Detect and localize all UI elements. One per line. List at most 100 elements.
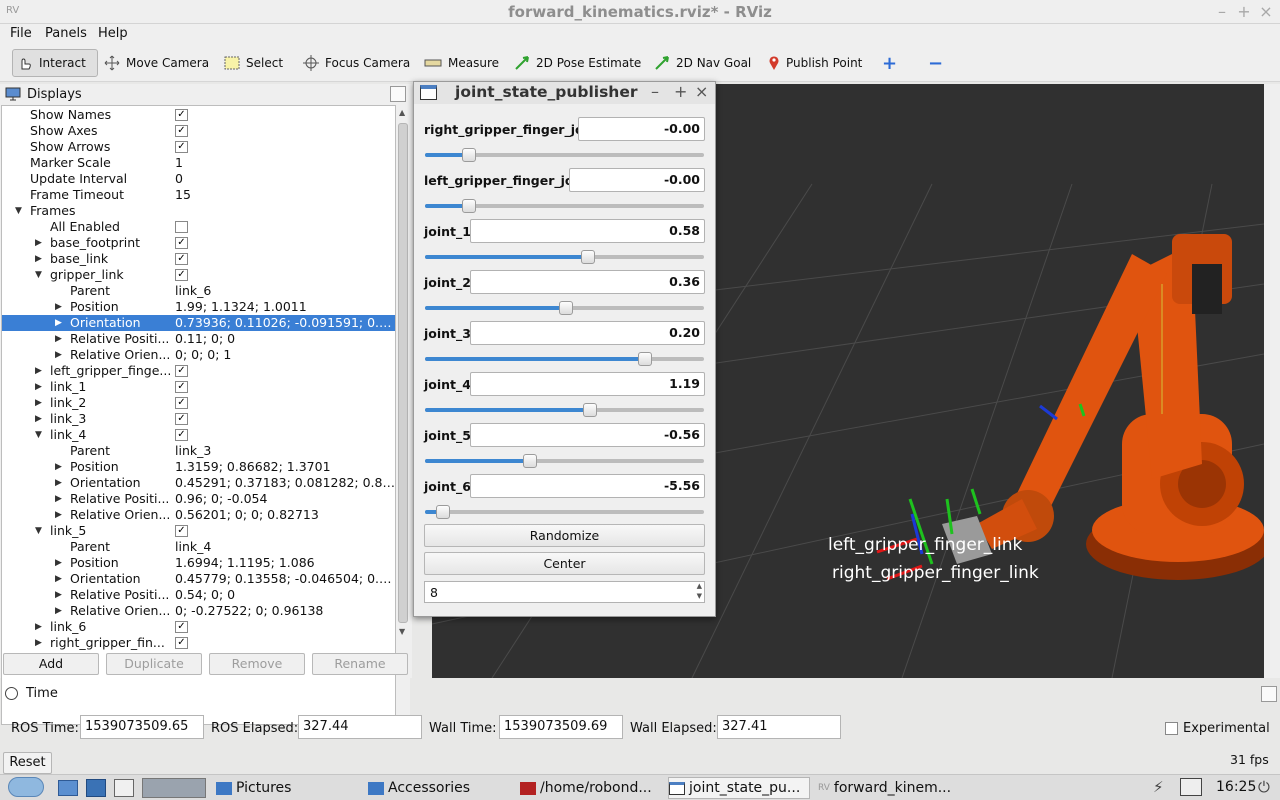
scroll-thumb[interactable] — [398, 123, 408, 623]
task-rviz[interactable]: RV forward_kinem... — [818, 777, 966, 799]
tree-row[interactable]: Marker Scale 1 — [2, 155, 395, 171]
tree-row-value[interactable]: 1.3159; 0.86682; 1.3701 — [175, 459, 395, 475]
tree-row-value[interactable]: 15 — [175, 187, 395, 203]
maximize-icon[interactable]: + — [1235, 2, 1253, 21]
spin-up-icon[interactable]: ▲ — [697, 582, 702, 590]
tree-row[interactable]: ▶ Relative Orien... 0; 0; 0; 1 — [2, 347, 395, 363]
checked-checkbox[interactable]: ✓ — [175, 381, 188, 393]
collapsed-arrow-icon[interactable]: ▶ — [35, 619, 45, 635]
tree-row-value[interactable]: 1 — [175, 155, 395, 171]
file-manager-icon[interactable] — [58, 780, 78, 796]
joint-slider[interactable] — [425, 250, 704, 264]
joint-slider[interactable] — [425, 301, 704, 315]
collapsed-arrow-icon[interactable]: ▶ — [35, 635, 45, 651]
tree-row[interactable]: ▶ right_gripper_fin... ✓ — [2, 635, 395, 651]
tree-row-value[interactable]: 0; 0; 0; 1 — [175, 347, 395, 363]
float-time-icon[interactable] — [1261, 686, 1277, 702]
network-icon[interactable] — [1180, 778, 1202, 796]
expanded-arrow-icon[interactable]: ▼ — [35, 267, 45, 283]
tree-row-value[interactable]: 0.11; 0; 0 — [175, 331, 395, 347]
minimize-icon[interactable]: – — [1213, 2, 1231, 21]
terminal-app-icon[interactable] — [114, 779, 134, 797]
tree-row[interactable]: Parent link_4 — [2, 539, 395, 555]
menu-help[interactable]: Help — [98, 26, 128, 41]
tree-row[interactable]: Frame Timeout 15 — [2, 187, 395, 203]
wall-time-field[interactable]: 1539073509.69 — [499, 715, 623, 739]
jsp-maximize-icon[interactable]: + — [674, 82, 687, 101]
ros-elapsed-field[interactable]: 327.44 — [298, 715, 422, 739]
collapsed-arrow-icon[interactable]: ▶ — [55, 587, 65, 603]
tree-row-value[interactable]: 0.45291; 0.37183; 0.081282; 0.80... — [175, 475, 395, 491]
slider-handle[interactable] — [436, 505, 451, 519]
tree-row[interactable]: ▶ link_1 ✓ — [2, 379, 395, 395]
tree-row[interactable]: ▶ Relative Positi... 0.96; 0; -0.054 — [2, 491, 395, 507]
select-button[interactable]: Select — [220, 49, 287, 77]
joint-value-field[interactable]: -5.56 — [470, 474, 705, 498]
nav-goal-button[interactable]: 2D Nav Goal — [650, 49, 755, 77]
reset-button[interactable]: Reset — [3, 752, 52, 774]
unchecked-checkbox[interactable] — [175, 221, 188, 233]
collapsed-arrow-icon[interactable]: ▶ — [35, 235, 45, 251]
tree-row[interactable]: ▶ Relative Orien... 0.56201; 0; 0; 0.82713 — [2, 507, 395, 523]
jsp-titlebar[interactable]: joint_state_publisher – + × — [414, 82, 715, 104]
slider-handle[interactable] — [583, 403, 598, 417]
tree-row-value[interactable]: 0.56201; 0; 0; 0.82713 — [175, 507, 395, 523]
joint-slider[interactable] — [425, 403, 704, 417]
center-button[interactable]: Center — [424, 552, 705, 575]
tree-row[interactable]: ▶ Relative Positi... 0.11; 0; 0 — [2, 331, 395, 347]
tree-row-value[interactable]: 1.6994; 1.1195; 1.086 — [175, 555, 395, 571]
displays-scrollbar[interactable]: ▲ ▼ — [396, 105, 410, 727]
checked-checkbox[interactable]: ✓ — [175, 141, 188, 153]
expanded-arrow-icon[interactable]: ▼ — [35, 427, 45, 443]
power-plug-icon[interactable]: ⚡ — [1153, 778, 1164, 796]
tree-row-value[interactable]: 0.73936; 0.11026; -0.091591; 0.6... — [175, 315, 395, 331]
tree-row[interactable]: ▶ base_footprint ✓ — [2, 235, 395, 251]
wall-elapsed-field[interactable]: 327.41 — [717, 715, 841, 739]
tree-row[interactable]: ▶ Position 1.6994; 1.1195; 1.086 — [2, 555, 395, 571]
pose-estimate-button[interactable]: 2D Pose Estimate — [510, 49, 645, 77]
tree-row-value[interactable]: 0; -0.27522; 0; 0.96138 — [175, 603, 395, 619]
scroll-down-icon[interactable]: ▼ — [399, 627, 405, 636]
interact-button[interactable]: Interact — [12, 49, 98, 77]
collapsed-arrow-icon[interactable]: ▶ — [35, 411, 45, 427]
measure-button[interactable]: Measure — [420, 49, 503, 77]
start-menu-icon[interactable] — [8, 777, 44, 797]
power-icon[interactable]: ⏻ — [1258, 778, 1270, 796]
slider-handle[interactable] — [523, 454, 538, 468]
joint-slider[interactable] — [425, 199, 704, 213]
checked-checkbox[interactable]: ✓ — [175, 621, 188, 633]
ros-time-field[interactable]: 1539073509.65 — [80, 715, 204, 739]
tree-row[interactable]: Parent link_6 — [2, 283, 395, 299]
checked-checkbox[interactable]: ✓ — [175, 637, 188, 649]
remove-tool-button[interactable]: − — [924, 49, 947, 77]
tree-row[interactable]: ▶ Orientation 0.45779; 0.13558; -0.046504;… — [2, 571, 395, 587]
tree-row[interactable]: ▶ Orientation 0.73936; 0.11026; -0.091591;… — [2, 315, 395, 331]
joint-value-field[interactable]: 0.20 — [470, 321, 705, 345]
tree-row[interactable]: ▼ link_5 ✓ — [2, 523, 395, 539]
checked-checkbox[interactable]: ✓ — [175, 365, 188, 377]
tree-row[interactable]: ▼ link_4 ✓ — [2, 427, 395, 443]
joint-value-field[interactable]: -0.56 — [470, 423, 705, 447]
move-camera-button[interactable]: Move Camera — [100, 49, 213, 77]
right-edge-handle[interactable] — [1264, 84, 1280, 678]
tree-row[interactable]: ▶ base_link ✓ — [2, 251, 395, 267]
remove-button[interactable]: Remove — [209, 653, 305, 675]
slider-count-spinbox[interactable]: 8 ▲ ▼ — [424, 581, 705, 603]
tree-row[interactable]: ▶ Relative Positi... 0.54; 0; 0 — [2, 587, 395, 603]
focus-camera-button[interactable]: Focus Camera — [299, 49, 414, 77]
network-app-icon[interactable] — [86, 779, 106, 797]
task-accessories[interactable]: Accessories — [368, 777, 516, 799]
tree-row-value[interactable]: 0.96; 0; -0.054 — [175, 491, 395, 507]
float-panel-icon[interactable] — [390, 86, 406, 102]
tree-row[interactable]: ▶ Position 1.99; 1.1324; 1.0011 — [2, 299, 395, 315]
slider-handle[interactable] — [558, 301, 573, 315]
tree-row[interactable]: Parent link_3 — [2, 443, 395, 459]
checked-checkbox[interactable]: ✓ — [175, 525, 188, 537]
checked-checkbox[interactable]: ✓ — [175, 253, 188, 265]
menu-panels[interactable]: Panels — [45, 26, 87, 41]
joint-slider[interactable] — [425, 505, 704, 519]
tree-row[interactable]: ▶ Orientation 0.45291; 0.37183; 0.081282; … — [2, 475, 395, 491]
tree-row-value[interactable]: link_4 — [175, 539, 395, 555]
jsp-minimize-icon[interactable]: – — [651, 82, 659, 101]
tree-row[interactable]: ▼ Frames — [2, 203, 395, 219]
